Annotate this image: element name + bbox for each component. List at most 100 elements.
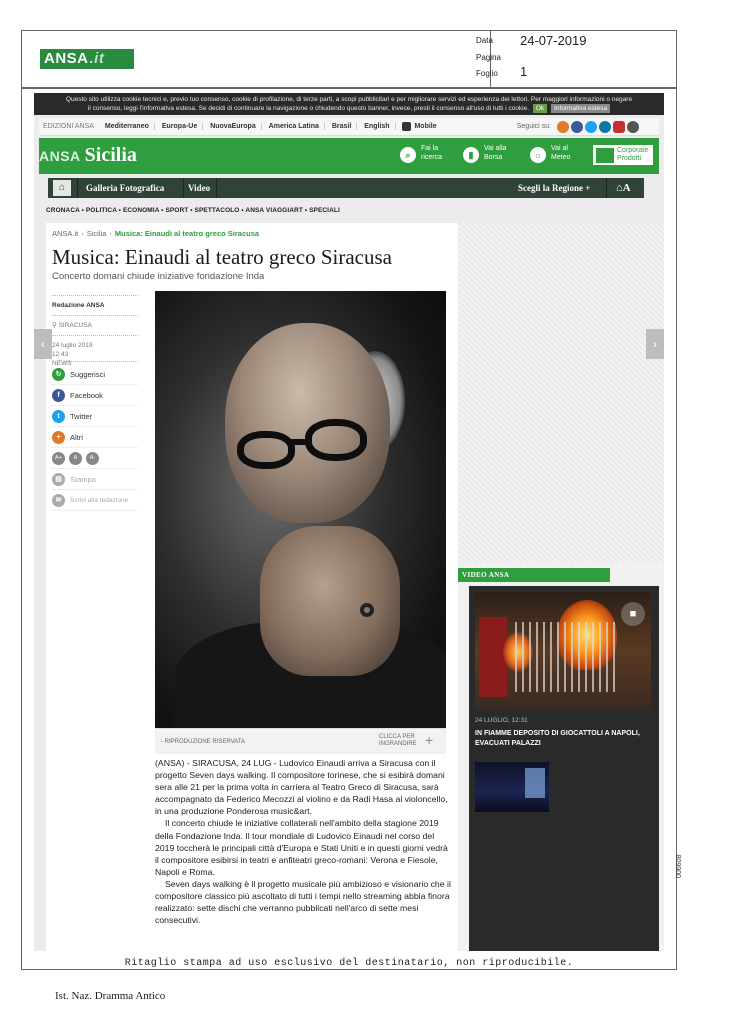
plus-icon: +	[52, 430, 65, 444]
twitter-icon[interactable]	[585, 121, 597, 133]
follow-label: Seguici su:	[516, 123, 551, 130]
mobile-link[interactable]: Mobile	[397, 121, 441, 131]
article-paragraph: Seven days walking è il progetto musical…	[155, 878, 451, 926]
crumb-section[interactable]: Sicilia	[87, 229, 107, 238]
pin-icon: ⚲	[52, 322, 59, 329]
mail-icon: ✉	[52, 493, 65, 507]
edition-link[interactable]: Europa-Ue	[156, 123, 204, 130]
video-camera-icon[interactable]: ■	[621, 602, 645, 626]
site-brand[interactable]: ANSA Sicilia	[39, 144, 137, 167]
share-tools: ↻ Suggerisci f Facebook t Twitter + Altri A+…	[52, 361, 138, 511]
twitter-share-button[interactable]: t Twitter	[52, 406, 138, 427]
nav-divider	[183, 178, 184, 198]
article-meta: Redazione ANSA ⚲ SIRACUSA 24 luglio 2019…	[52, 295, 138, 368]
video-thumbnail[interactable]: ■	[475, 592, 651, 710]
cookie-banner: Questo sito utilizza cookie tecnici e, p…	[34, 93, 664, 115]
search-icon[interactable]: ⌕	[400, 147, 416, 163]
nav-gallery[interactable]: Galleria Fotografica	[86, 178, 164, 198]
thumb-fence	[515, 622, 615, 692]
photo-ring	[360, 603, 374, 617]
reproduction-notice: Ritaglio stampa ad uso esclusivo del des…	[124, 958, 574, 969]
article-time: 12:43	[52, 351, 69, 358]
edition-link[interactable]: NuovaEuropa	[205, 123, 262, 130]
video-title[interactable]: IN FIAMME DEPOSITO DI GIOCATTOLI A NAPOL…	[475, 729, 653, 749]
edition-link[interactable]: Brasil	[326, 123, 358, 130]
cookie-info-button[interactable]: Informativa estesa	[550, 104, 611, 113]
youtube-icon[interactable]	[613, 121, 625, 133]
nav-video[interactable]: Video	[188, 178, 210, 198]
editions-bar: EDIZIONI ANSA Mediterraneo Europa-Ue Nuo…	[39, 118, 659, 136]
facebook-share-button[interactable]: f Facebook	[52, 385, 138, 406]
facebook-icon: f	[52, 388, 65, 402]
mobile-icon	[402, 121, 412, 131]
font-decrease-button[interactable]: A-	[86, 451, 99, 465]
article-column: ANSA.it › Sicilia › Musica: Einaudi al teatr…	[46, 223, 458, 951]
site-header: ANSA Sicilia ⌕ Fai la ricerca ▮ Vai alla …	[39, 138, 659, 174]
photo-glasses-bridge	[291, 439, 309, 445]
borsa-link[interactable]: Vai alla Borsa	[484, 144, 518, 162]
rss-icon[interactable]	[557, 121, 569, 133]
font-increase-button[interactable]: A+	[52, 451, 65, 465]
more-share-button[interactable]: + Altri	[52, 427, 138, 448]
video-widget: ■ 24 LUGLIO, 12:31 IN FIAMME DEPOSITO DI…	[469, 586, 659, 951]
rights-notice: - RIPRODUZIONE RISERVATA	[161, 739, 245, 745]
social-follow: Seguici su:	[517, 118, 639, 136]
ansa-logo: ANSA.it	[40, 49, 134, 69]
breadcrumb: ANSA.it › Sicilia › Musica: Einaudi al teatr…	[52, 229, 260, 238]
write-editors-button[interactable]: ✉ Scrivi alla redazione	[52, 490, 138, 511]
crumb-root[interactable]: ANSA.it	[52, 229, 78, 238]
font-size-button[interactable]: ⌂A	[616, 178, 631, 198]
article-date: 24 luglio 2019	[52, 342, 93, 349]
print-icon: ▤	[52, 472, 65, 486]
article-photo[interactable]	[155, 291, 446, 728]
photo-glasses	[237, 431, 295, 469]
prev-arrow-icon[interactable]: ‹	[34, 329, 52, 359]
web-screenshot: Questo sito utilizza cookie tecnici e, p…	[34, 93, 664, 951]
zoom-link[interactable]: CLICCA PER INGRANDIRE	[379, 734, 423, 748]
video-section-label: VIDEO ANSA	[458, 568, 610, 582]
zoom-plus-icon[interactable]: +	[425, 732, 433, 748]
facebook-icon[interactable]	[571, 121, 583, 133]
section-links[interactable]: CRONACA • POLITICA • ECONOMIA • SPORT • …	[46, 207, 340, 214]
edition-link[interactable]: Mediterraneo	[99, 123, 155, 130]
twitter-icon: t	[52, 409, 65, 423]
font-size-controls: A+ A A-	[52, 448, 138, 469]
home-icon[interactable]: ⌂	[53, 180, 71, 196]
chart-icon[interactable]: ▮	[463, 147, 479, 163]
ad-placeholder	[459, 223, 664, 563]
corporate-button[interactable]: Corporate Prodotti	[592, 144, 654, 166]
photo-glasses	[305, 419, 367, 461]
editions-label: EDIZIONI ANSA	[43, 123, 94, 130]
thumb-screen	[525, 768, 545, 798]
clip-code: 006608	[676, 854, 683, 878]
linkedin-icon[interactable]	[599, 121, 611, 133]
article-body: (ANSA) - SIRACUSA, 24 LUG - Ludovico Ein…	[155, 757, 451, 926]
weather-icon[interactable]: ☼	[530, 147, 546, 163]
font-normal-button[interactable]: A	[69, 451, 82, 465]
document-source: Ist. Naz. Dramma Antico	[55, 990, 166, 1002]
nav-divider	[77, 178, 78, 198]
video-thumbnail[interactable]	[475, 762, 549, 812]
article-subtitle: Concerto domani chiude iniziative fondaz…	[52, 271, 265, 282]
data-label: Data	[476, 36, 493, 45]
edition-link[interactable]: America Latina	[263, 123, 325, 130]
edition-link[interactable]: English	[359, 123, 396, 130]
corporate-icon	[596, 148, 614, 163]
suggest-button[interactable]: ↻ Suggerisci	[52, 364, 138, 385]
meteo-link[interactable]: Vai al Meteo	[551, 144, 585, 162]
author-name: Redazione ANSA	[52, 302, 105, 309]
print-button[interactable]: ▤ Stampa	[52, 469, 138, 490]
data-value: 24-07-2019	[520, 33, 587, 48]
photo-head	[225, 323, 390, 523]
region-select[interactable]: Scegli la Regione +	[518, 178, 590, 198]
camera-icon[interactable]	[627, 121, 639, 133]
foglio-value: 1	[520, 64, 528, 79]
search-link[interactable]: Fai la ricerca	[421, 144, 455, 162]
video-date: 24 LUGLIO, 12:31	[475, 717, 528, 724]
sidebar: VIDEO ANSA ■ 24 LUGLIO, 12:31 IN FIAMME …	[458, 223, 664, 951]
next-arrow-icon[interactable]: ›	[646, 329, 664, 359]
cookie-ok-button[interactable]: Ok	[532, 104, 548, 113]
nav-divider	[216, 178, 217, 198]
photo-caption: - RIPRODUZIONE RISERVATA CLICCA PER INGR…	[155, 728, 446, 754]
article-place: ⚲ SIRACUSA	[52, 322, 92, 329]
